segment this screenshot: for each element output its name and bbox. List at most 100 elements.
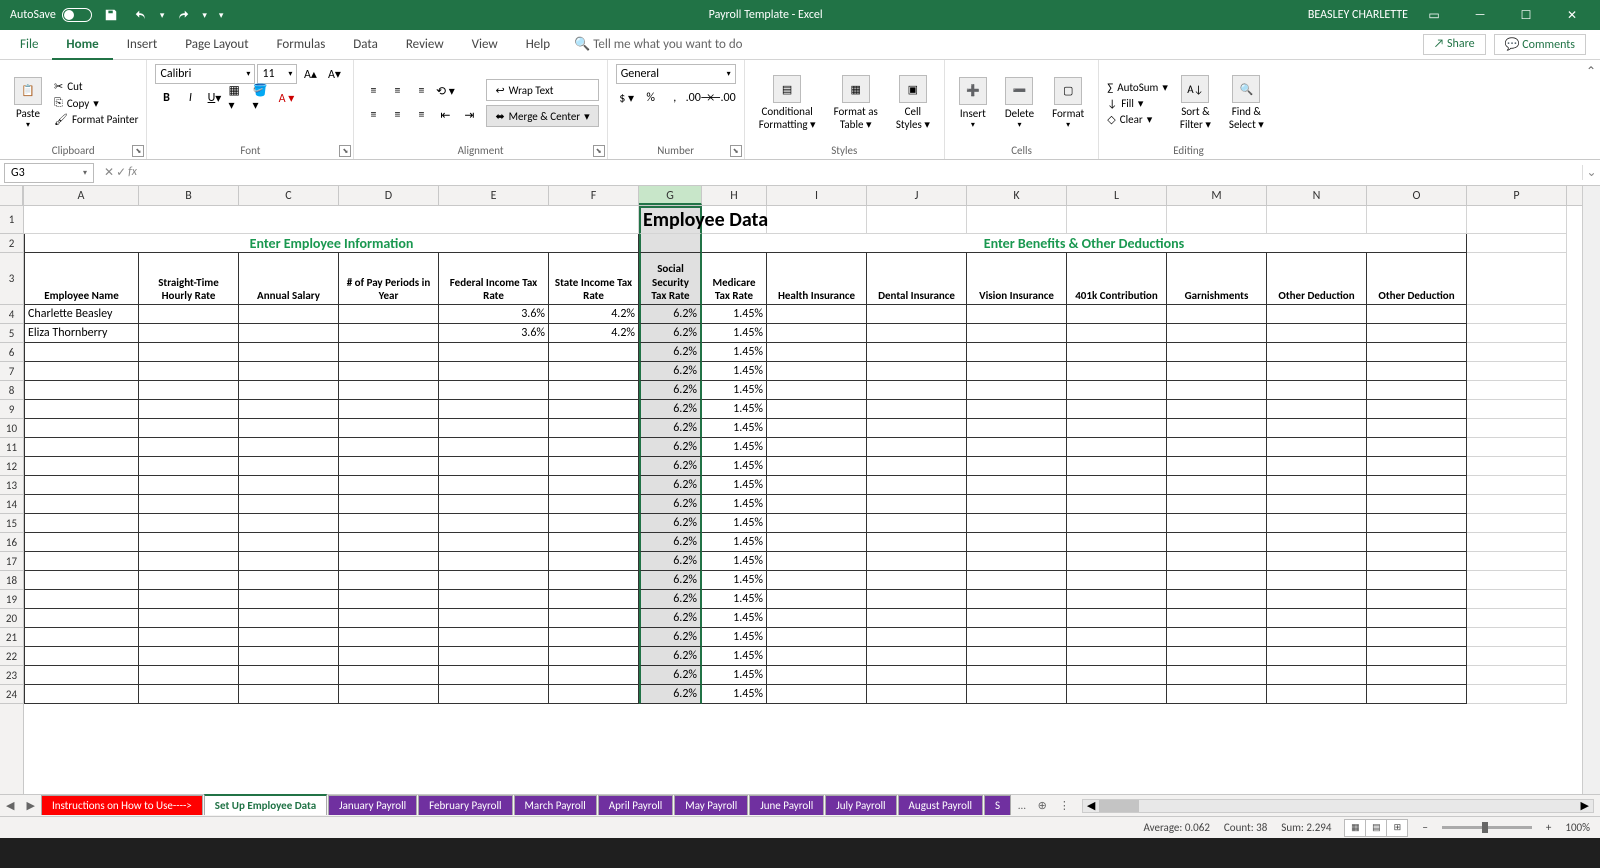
- header-other-deduction[interactable]: Other Deduction: [1367, 253, 1467, 305]
- cell-L19[interactable]: [1067, 590, 1167, 609]
- cell-N11[interactable]: [1267, 438, 1367, 457]
- cell-P7[interactable]: [1467, 362, 1567, 381]
- cell-J5[interactable]: [867, 324, 967, 343]
- cell-D18[interactable]: [339, 571, 439, 590]
- copy-button[interactable]: ⎘ Copy ▾: [54, 96, 138, 110]
- cell-F11[interactable]: [549, 438, 639, 457]
- cell-M6[interactable]: [1167, 343, 1267, 362]
- cell-D12[interactable]: [339, 457, 439, 476]
- cell-K17[interactable]: [967, 552, 1067, 571]
- cell-H19[interactable]: 1.45%: [702, 590, 767, 609]
- cell-G11[interactable]: 6.2%: [639, 438, 702, 457]
- horizontal-scrollbar[interactable]: ◀▶: [1082, 799, 1594, 813]
- cell-J17[interactable]: [867, 552, 967, 571]
- cell-A16[interactable]: [24, 533, 139, 552]
- cell-N6[interactable]: [1267, 343, 1367, 362]
- cell-A5[interactable]: Eliza Thornberry: [24, 324, 139, 343]
- cell-F9[interactable]: [549, 400, 639, 419]
- cell-O6[interactable]: [1367, 343, 1467, 362]
- cell-C23[interactable]: [239, 666, 339, 685]
- cell-A24[interactable]: [24, 685, 139, 704]
- cell-K22[interactable]: [967, 647, 1067, 666]
- sheet-menu-icon[interactable]: ⋮: [1053, 799, 1076, 812]
- row-header-2[interactable]: 2: [0, 234, 23, 253]
- cell-K7[interactable]: [967, 362, 1067, 381]
- cell-F19[interactable]: [549, 590, 639, 609]
- cell-N22[interactable]: [1267, 647, 1367, 666]
- toggle-off-icon[interactable]: [62, 8, 92, 22]
- cell-G13[interactable]: 6.2%: [639, 476, 702, 495]
- cell-P14[interactable]: [1467, 495, 1567, 514]
- cell-M8[interactable]: [1167, 381, 1267, 400]
- comments-button[interactable]: 💬 Comments: [1494, 34, 1586, 55]
- header-vision-insurance[interactable]: Vision Insurance: [967, 253, 1067, 305]
- cell-B13[interactable]: [139, 476, 239, 495]
- cell-H9[interactable]: 1.45%: [702, 400, 767, 419]
- cell-F18[interactable]: [549, 571, 639, 590]
- border-button[interactable]: ▦ ▾: [227, 88, 249, 108]
- row-header-24[interactable]: 24: [0, 685, 23, 704]
- cell-p2[interactable]: [1467, 234, 1567, 253]
- column-header-H[interactable]: H: [702, 186, 767, 205]
- cell-H10[interactable]: 1.45%: [702, 419, 767, 438]
- cell-O7[interactable]: [1367, 362, 1467, 381]
- sheet-nav-prev-icon[interactable]: ◀: [0, 799, 20, 812]
- cell-K5[interactable]: [967, 324, 1067, 343]
- worksheet[interactable]: 123456789101112131415161718192021222324 …: [0, 186, 1600, 794]
- cell-E18[interactable]: [439, 571, 549, 590]
- cell-M22[interactable]: [1167, 647, 1267, 666]
- cell-O9[interactable]: [1367, 400, 1467, 419]
- cell-L17[interactable]: [1067, 552, 1167, 571]
- section-enter-employee-info[interactable]: Enter Employee Information: [24, 234, 639, 253]
- cell-O20[interactable]: [1367, 609, 1467, 628]
- cell-I13[interactable]: [767, 476, 867, 495]
- cell-P11[interactable]: [1467, 438, 1567, 457]
- redo-icon[interactable]: [175, 7, 191, 23]
- cell-N8[interactable]: [1267, 381, 1367, 400]
- cell-N19[interactable]: [1267, 590, 1367, 609]
- cell-E22[interactable]: [439, 647, 549, 666]
- sheet-nav-next-icon[interactable]: ▶: [20, 799, 40, 812]
- cell-N17[interactable]: [1267, 552, 1367, 571]
- cell-I8[interactable]: [767, 381, 867, 400]
- cell-I7[interactable]: [767, 362, 867, 381]
- cell-L24[interactable]: [1067, 685, 1167, 704]
- cell-D23[interactable]: [339, 666, 439, 685]
- cell-B17[interactable]: [139, 552, 239, 571]
- cell-K8[interactable]: [967, 381, 1067, 400]
- row-header-7[interactable]: 7: [0, 362, 23, 381]
- cell-D13[interactable]: [339, 476, 439, 495]
- fill-button[interactable]: ↓ Fill ▾: [1107, 97, 1168, 110]
- cell-E10[interactable]: [439, 419, 549, 438]
- cell-I16[interactable]: [767, 533, 867, 552]
- align-left-icon[interactable]: ≡: [362, 105, 384, 125]
- maximize-icon[interactable]: ☐: [1506, 0, 1546, 30]
- cell-H23[interactable]: 1.45%: [702, 666, 767, 685]
- column-header-I[interactable]: I: [767, 186, 867, 205]
- cell-L15[interactable]: [1067, 514, 1167, 533]
- cell-M19[interactable]: [1167, 590, 1267, 609]
- column-header-F[interactable]: F: [549, 186, 639, 205]
- cell-O11[interactable]: [1367, 438, 1467, 457]
- cell-E11[interactable]: [439, 438, 549, 457]
- increase-decimal-icon[interactable]: .00→: [688, 88, 710, 108]
- cell-C13[interactable]: [239, 476, 339, 495]
- cell-M21[interactable]: [1167, 628, 1267, 647]
- header-employee-name[interactable]: Employee Name: [24, 253, 139, 305]
- cell-L9[interactable]: [1067, 400, 1167, 419]
- italic-button[interactable]: I: [179, 88, 201, 108]
- cell-L16[interactable]: [1067, 533, 1167, 552]
- cell-E12[interactable]: [439, 457, 549, 476]
- cell-B24[interactable]: [139, 685, 239, 704]
- cell-K10[interactable]: [967, 419, 1067, 438]
- cell-G12[interactable]: 6.2%: [639, 457, 702, 476]
- cell-P4[interactable]: [1467, 305, 1567, 324]
- cell-K21[interactable]: [967, 628, 1067, 647]
- cell-K20[interactable]: [967, 609, 1067, 628]
- cell-E24[interactable]: [439, 685, 549, 704]
- delete-cells-button[interactable]: ➖Delete▾: [999, 75, 1040, 132]
- row-header-9[interactable]: 9: [0, 400, 23, 419]
- cell-p3[interactable]: [1467, 253, 1567, 305]
- header--of-pay-periods-in-year[interactable]: # of Pay Periods in Year: [339, 253, 439, 305]
- tab-help[interactable]: Help: [512, 30, 564, 60]
